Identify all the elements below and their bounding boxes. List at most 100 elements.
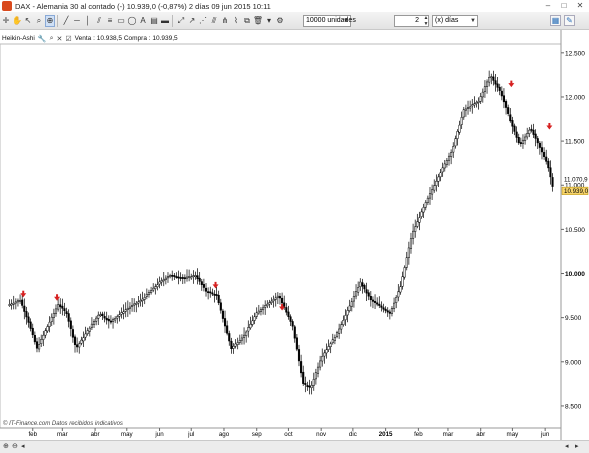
candle-body-down — [281, 297, 284, 304]
sell-signal-arrow-icon — [20, 290, 27, 298]
bottom-scroll-bar[interactable]: ⊕ ⊖ ◂ ◂ ▸ — [0, 440, 589, 453]
candle-body-up — [340, 324, 343, 330]
candle-body-down — [376, 302, 379, 305]
candle — [454, 135, 457, 149]
candle — [35, 337, 39, 353]
candle — [46, 324, 49, 334]
price-chart[interactable]: 12.50012.00011.50011.00010.50010.0009.50… — [0, 0, 589, 453]
x-tick-label: oct — [284, 431, 293, 438]
x-tick-label: dic — [349, 431, 357, 438]
candle — [38, 337, 41, 353]
candle-body-up — [145, 294, 148, 297]
candle — [126, 300, 129, 317]
candle — [479, 92, 482, 105]
candle-body-up — [431, 189, 434, 195]
candle-body-up — [466, 107, 470, 109]
candle-body-up — [344, 315, 347, 321]
candle-body-up — [264, 305, 267, 308]
candle-body-down — [388, 311, 391, 314]
candle-body-down — [59, 304, 62, 308]
candle-body-up — [333, 337, 336, 341]
candle-body-up — [452, 146, 455, 153]
candle-body-down — [67, 313, 70, 322]
candle-body-down — [219, 302, 222, 311]
candle — [517, 133, 520, 145]
candle — [403, 265, 406, 280]
candle — [109, 315, 112, 325]
candle-body-up — [331, 339, 334, 344]
zoom-in-icon[interactable]: ⊕ — [3, 442, 9, 450]
candle-body-up — [86, 330, 89, 335]
candle — [97, 311, 100, 325]
candle-body-down — [33, 335, 36, 343]
candle — [352, 290, 355, 308]
candle-body-up — [464, 108, 467, 111]
scroll-left-end-icon[interactable]: ◂ — [565, 442, 569, 450]
candle — [496, 76, 499, 92]
candle-body-up — [479, 96, 482, 102]
scroll-right-icon[interactable]: ▸ — [575, 442, 579, 450]
candle — [185, 269, 189, 282]
current-price-label: 10.939,0 — [564, 188, 589, 195]
candle — [365, 282, 368, 301]
candle-body-down — [515, 131, 518, 138]
candle — [236, 337, 239, 350]
candle — [226, 320, 229, 336]
candle-body-down — [105, 317, 108, 321]
candle — [418, 211, 421, 231]
candle-body-down — [543, 152, 546, 157]
candle-body-down — [530, 128, 533, 131]
candle — [382, 303, 385, 313]
candle — [348, 299, 351, 313]
candle-body-down — [31, 327, 34, 336]
candle — [274, 292, 277, 307]
candle-body-up — [190, 276, 193, 279]
candle — [549, 160, 552, 185]
candle — [538, 140, 541, 155]
candle — [498, 83, 501, 96]
candle-body-down — [367, 292, 370, 297]
candle — [166, 272, 170, 283]
candle-body-down — [492, 76, 495, 81]
candle — [409, 232, 413, 254]
candle — [509, 108, 512, 123]
candle-body-down — [551, 177, 554, 187]
candle-body-down — [545, 156, 548, 162]
candle — [297, 344, 301, 367]
candle-body-up — [435, 180, 438, 186]
candle-body-up — [154, 286, 157, 289]
candle-body-up — [471, 104, 474, 107]
candle-body-down — [213, 293, 216, 296]
candle — [88, 326, 91, 337]
x-tick-label: feb — [28, 431, 37, 438]
plot-frame — [0, 43, 562, 429]
candle — [124, 302, 127, 318]
candle-body-down — [173, 275, 176, 277]
candle-body-up — [135, 302, 138, 305]
candle-body-up — [236, 342, 239, 345]
candle-body-up — [443, 163, 446, 169]
candle — [485, 79, 489, 94]
candle — [249, 316, 252, 330]
candle — [190, 273, 193, 280]
candle — [450, 149, 453, 165]
candle-body-up — [397, 291, 400, 298]
candle — [207, 287, 210, 300]
candle-body-up — [42, 334, 45, 340]
candle-body-down — [181, 277, 184, 279]
candle — [253, 312, 256, 325]
candle — [120, 307, 123, 319]
candle-body-up — [274, 297, 277, 300]
scroll-left-icon[interactable]: ◂ — [21, 442, 25, 450]
candle-body-down — [228, 333, 231, 342]
candle — [374, 294, 377, 310]
candle-body-up — [401, 276, 404, 287]
candle-body-down — [500, 90, 503, 97]
zoom-out-icon[interactable]: ⊖ — [12, 442, 18, 450]
candle — [266, 300, 269, 309]
candle — [238, 334, 241, 345]
candle-body-up — [8, 304, 11, 306]
candle-body-down — [285, 307, 288, 313]
candle — [475, 100, 478, 108]
candle — [456, 129, 459, 146]
